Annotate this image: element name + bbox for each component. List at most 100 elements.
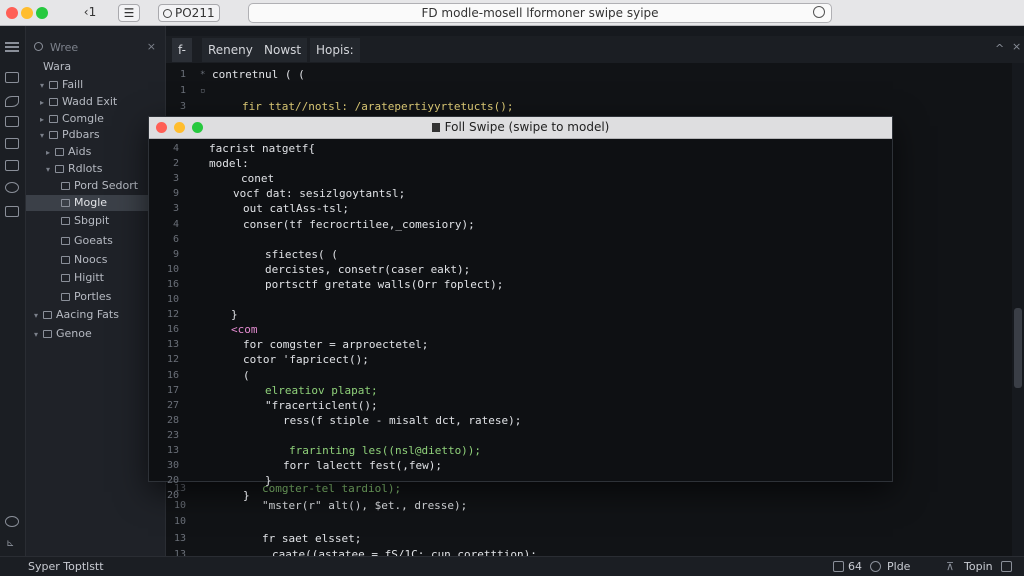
code-line[interactable]: conser(tf fecrocrtilee,_comesiory); — [243, 218, 475, 231]
sidebar-item[interactable]: Mogle — [26, 195, 166, 211]
folder-icon — [61, 293, 70, 301]
tab-hopis[interactable]: Hopis: — [310, 38, 360, 62]
sidebar-item[interactable]: ▸ Comgle — [40, 111, 104, 127]
grid-icon[interactable] — [833, 561, 844, 572]
scrollbar-thumb[interactable] — [1014, 308, 1022, 388]
code-line[interactable]: fr saet elsset; — [262, 532, 361, 545]
code-line[interactable]: cotor 'fapricect(); — [243, 353, 369, 366]
code-line[interactable]: model: — [209, 157, 249, 170]
code-line[interactable]: <com — [231, 323, 258, 336]
minimize-window-button[interactable] — [21, 7, 33, 19]
status-left-text[interactable]: Syper Toptlstt — [28, 560, 104, 573]
code-line[interactable]: } — [231, 308, 238, 321]
line-number: 20 — [166, 475, 179, 487]
language-icon[interactable] — [870, 561, 881, 572]
collapse-icon[interactable]: ^ — [995, 42, 1004, 55]
explorer-icon[interactable] — [5, 72, 19, 83]
mode-indicator[interactable]: Plde — [887, 560, 910, 573]
branch-icon — [163, 9, 172, 18]
sidebar-item[interactable]: Pord Sedort — [52, 178, 138, 194]
code-line[interactable]: vocf dat: sesizlgoytantsl; — [233, 187, 405, 200]
code-line[interactable]: facrist natgetf{ — [209, 142, 315, 155]
sidebar-item[interactable]: ▾ Faill — [40, 77, 83, 93]
code-line[interactable]: comgter-tel tardiol); — [262, 482, 401, 495]
sidebar-item[interactable]: ▾ Pdbars — [40, 127, 100, 143]
tab-reneny[interactable]: Reneny — [202, 38, 259, 62]
chevron-icon[interactable]: ▾ — [46, 162, 55, 178]
source-control-icon[interactable] — [5, 116, 19, 127]
code-line[interactable]: contretnul ( ( — [212, 68, 305, 81]
code-line[interactable]: sfiectes( ( — [265, 248, 338, 261]
extensions-icon[interactable] — [5, 160, 19, 171]
code-line[interactable]: portsctf gretate walls(Orr foplect); — [265, 278, 503, 291]
code-line[interactable]: "fracerticlent(); — [265, 399, 378, 412]
folder-icon — [61, 182, 70, 190]
document-icon — [431, 123, 440, 132]
gutter-marker: * — [200, 70, 206, 80]
code-line[interactable]: ress(f stiple - misalt dct, ratese); — [283, 414, 521, 427]
chevron-icon[interactable]: ▸ — [40, 112, 49, 128]
settings-icon[interactable] — [5, 516, 19, 527]
chevron-icon[interactable]: ▾ — [40, 128, 49, 144]
line-number: 1 — [179, 69, 186, 80]
maximize-window-button[interactable] — [36, 7, 48, 19]
code-line[interactable]: frarinting les((nsl@dietto)); — [289, 444, 481, 457]
lang-indicator[interactable]: Topin — [964, 560, 993, 573]
search-input[interactable]: Wree — [50, 41, 78, 54]
sidebar-search[interactable]: Wree × — [32, 40, 160, 56]
tab-nowst[interactable]: Nowst — [258, 38, 308, 62]
sidebar-item[interactable]: Goeats — [52, 233, 113, 249]
notification-icon[interactable]: ⊼ — [946, 560, 954, 573]
accounts-icon[interactable]: ⊾ — [6, 538, 14, 549]
sidebar-item[interactable]: ▸ Aids — [46, 144, 91, 160]
sidebar-item-label: Rdlots — [68, 162, 103, 175]
close-icon[interactable]: × — [147, 40, 156, 53]
sidebar-item[interactable]: Portles — [52, 289, 111, 305]
line-number: 28 — [166, 414, 179, 426]
code-line[interactable]: forr lalectt fest(,few); — [283, 459, 442, 472]
sidebar-toggle-button[interactable]: ☰ — [118, 4, 140, 22]
code-line[interactable]: ( — [243, 369, 250, 382]
code-line[interactable]: } — [243, 489, 250, 502]
code-line[interactable]: fir ttat//notsl: /aratepertiyyrtetucts()… — [242, 100, 514, 113]
debug-icon[interactable] — [5, 138, 19, 149]
sidebar-item[interactable]: Wara — [34, 59, 71, 75]
sidebar-item[interactable]: Noocs — [52, 252, 107, 268]
code-line[interactable]: for comgster = arproectetel; — [243, 338, 428, 351]
code-line[interactable]: out catlAss-tsl; — [243, 202, 349, 215]
code-line[interactable]: dercistes, consetr(caser eakt); — [265, 263, 470, 276]
branch-selector[interactable]: PO211 — [158, 4, 220, 22]
code-line[interactable]: "mster(r" alt(), $et., dresse); — [262, 499, 467, 512]
terminal-icon[interactable] — [5, 206, 19, 217]
back-button[interactable]: ‹1 — [80, 4, 100, 22]
chevron-icon[interactable]: ▾ — [40, 78, 49, 94]
account-icon[interactable] — [5, 182, 19, 193]
tab-file[interactable]: f- — [172, 38, 192, 62]
line-number: 10 — [173, 500, 186, 511]
address-bar[interactable]: FD modle-mosell lformoner swipe syipe — [248, 3, 832, 23]
chevron-icon[interactable]: ▾ — [34, 308, 43, 324]
sidebar-item[interactable]: ▾ Aacing Fats — [34, 307, 119, 323]
scrollbar[interactable] — [1012, 63, 1024, 556]
code-line[interactable]: conet — [241, 172, 274, 185]
chevron-icon[interactable]: ▾ — [34, 327, 43, 343]
menu-icon[interactable] — [5, 42, 19, 52]
close-editor-icon[interactable]: × — [1012, 40, 1021, 53]
chevron-icon[interactable]: ▸ — [40, 95, 49, 111]
search-icon — [34, 42, 43, 51]
feedback-icon[interactable] — [1001, 561, 1012, 572]
reload-icon[interactable] — [813, 6, 825, 18]
sidebar-item[interactable]: ▾ Genoe — [34, 326, 92, 342]
line-col-indicator[interactable]: 64 — [848, 560, 862, 573]
chevron-icon[interactable]: ▸ — [46, 145, 55, 161]
sidebar-item[interactable]: Higitt — [52, 270, 104, 286]
sidebar-item[interactable]: ▸ Wadd Exit — [40, 94, 117, 110]
sidebar-item[interactable]: ▾ Rdlots — [46, 161, 102, 177]
code-line[interactable]: } — [265, 474, 272, 487]
search-icon[interactable] — [5, 96, 19, 107]
status-bar: Syper Toptlstt 64 Plde ⊼ Topin — [0, 556, 1024, 576]
line-number: 9 — [172, 188, 179, 200]
sidebar-item[interactable]: Sbgpit — [52, 213, 109, 229]
close-window-button[interactable] — [6, 7, 18, 19]
code-line[interactable]: elreatiov plapat; — [265, 384, 378, 397]
